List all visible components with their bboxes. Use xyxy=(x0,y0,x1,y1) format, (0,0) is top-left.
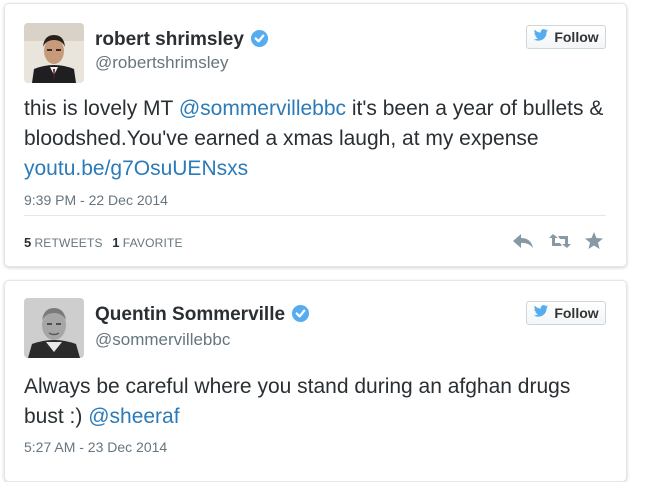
favorites-stat[interactable]: 1 FAVORITE xyxy=(112,235,183,250)
user-handle[interactable]: @robertshrimsley xyxy=(95,53,228,73)
tweet-stats: 5 RETWEETS 1 FAVORITE xyxy=(24,235,183,250)
display-name-text[interactable]: robert shrimsley xyxy=(95,29,244,50)
tweet-actions xyxy=(512,232,606,250)
verified-badge-icon xyxy=(250,29,269,54)
reply-icon[interactable] xyxy=(512,232,534,250)
display-name-text[interactable]: Quentin Sommerville xyxy=(95,304,285,325)
follow-button[interactable]: Follow xyxy=(526,301,606,325)
tweet-timestamp[interactable]: 5:27 AM - 23 Dec 2014 xyxy=(24,439,167,455)
twitter-bird-icon xyxy=(533,305,549,321)
twitter-bird-icon xyxy=(533,29,549,45)
retweets-stat[interactable]: 5 RETWEETS xyxy=(24,235,103,250)
user-handle[interactable]: @sommervillebbc xyxy=(95,330,230,350)
display-name[interactable]: Quentin Sommerville xyxy=(95,304,310,329)
favorites-label: FAVORITE xyxy=(122,236,183,250)
follow-label: Follow xyxy=(554,305,599,321)
follow-label: Follow xyxy=(554,29,599,45)
favorites-count: 1 xyxy=(112,235,120,250)
tweet-text: this is lovely MT @sommervillebbc it's b… xyxy=(24,94,606,184)
follow-button[interactable]: Follow xyxy=(526,25,606,49)
divider xyxy=(24,215,606,216)
tweet-timestamp[interactable]: 9:39 PM - 22 Dec 2014 xyxy=(24,192,168,208)
verified-badge-icon xyxy=(291,304,310,329)
display-name[interactable]: robert shrimsley xyxy=(95,29,269,54)
tweet-card: robert shrimsley @robertshrimsley Follow… xyxy=(4,3,627,267)
retweet-icon[interactable] xyxy=(548,232,571,250)
mention-link[interactable]: @sommervillebbc xyxy=(179,97,346,120)
retweets-label: RETWEETS xyxy=(34,236,103,250)
tweet-text-segment: this is lovely MT xyxy=(24,97,179,120)
retweets-count: 5 xyxy=(24,235,32,250)
tweet-card: Quentin Sommerville @sommervillebbc Foll… xyxy=(4,280,627,482)
mention-link[interactable]: @sheeraf xyxy=(88,405,179,428)
tweet-text: Always be careful where you stand during… xyxy=(24,372,606,432)
favorite-star-icon[interactable] xyxy=(584,232,606,250)
avatar[interactable] xyxy=(24,23,84,83)
avatar[interactable] xyxy=(24,298,84,358)
url-link[interactable]: youtu.be/g7OsuUENsxs xyxy=(24,157,248,180)
